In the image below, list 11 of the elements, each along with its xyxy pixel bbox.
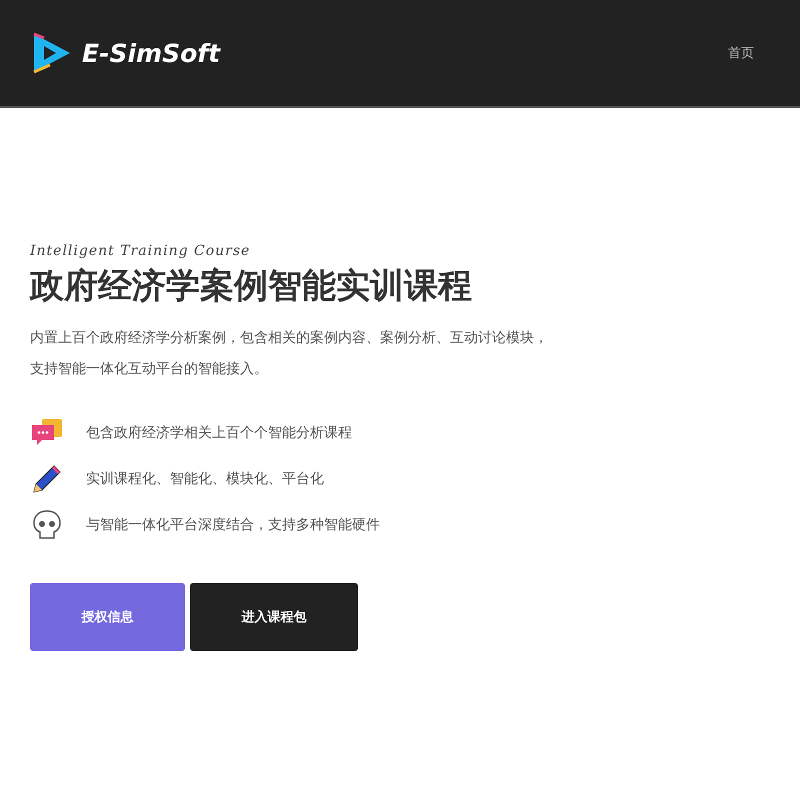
- enter-button[interactable]: 进入课程包: [190, 583, 358, 651]
- feature-text: 实训课程化、智能化、模块化、平台化: [86, 470, 324, 488]
- feature-text: 包含政府经济学相关上百个个智能分析课程: [86, 424, 352, 442]
- nav-link[interactable]: 首页: [728, 44, 754, 62]
- logo-text: E-SimSoft: [82, 38, 220, 68]
- description-text: 支持智能一体化互动平台的智能接入。: [30, 360, 269, 379]
- subtitle: Intelligent Training Course: [30, 243, 252, 259]
- page-title: 政府经济学案例智能实训课程: [30, 265, 473, 308]
- feature-text: 与智能一体化平台深度结合，支持多种智能硬件: [86, 516, 380, 534]
- description-text: 内置上百个政府经济学分析案例，包含相关的案例内容、案例分析、互动讨论模块，: [30, 329, 549, 348]
- license-button[interactable]: 授权信息: [30, 583, 185, 651]
